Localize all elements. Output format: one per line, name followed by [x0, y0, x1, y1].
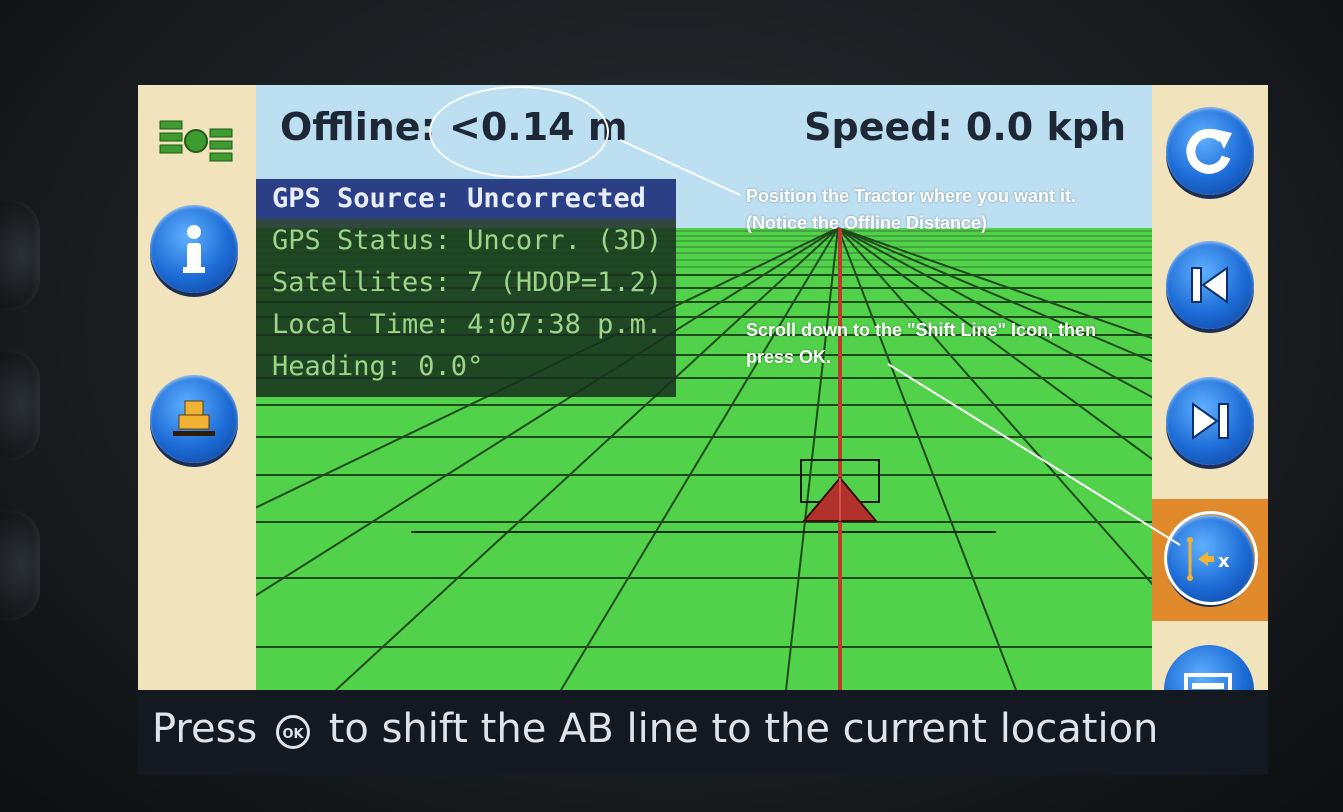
next-line-icon	[1192, 402, 1229, 440]
left-panel	[138, 85, 256, 690]
offline-highlight-ellipse	[429, 86, 609, 178]
guidance-view: Offline: <0.14 m Speed: 0.0 kph GPS Sour…	[256, 85, 1152, 690]
display-screen: Offline: <0.14 m Speed: 0.0 kph GPS Sour…	[138, 85, 1268, 775]
gps-status-panel: GPS Source: Uncorrected GPS Status: Unco…	[256, 179, 676, 397]
gps-source-row: GPS Source: Uncorrected	[256, 179, 676, 219]
info-button[interactable]	[150, 205, 238, 293]
info-icon	[183, 225, 205, 273]
heading-row: Heading: 0.0°	[272, 351, 484, 382]
implement-icon	[173, 400, 215, 436]
offline-label: Offline:	[280, 105, 436, 149]
speed-value: 0.0 kph	[965, 105, 1126, 149]
ok-button-icon: OK	[276, 715, 310, 749]
previous-line-button[interactable]	[1166, 241, 1254, 329]
local-time-row: Local Time: 4:07:38 p.m.	[272, 309, 663, 340]
shift-line-highlight-ring	[1164, 511, 1258, 605]
next-line-button[interactable]	[1166, 377, 1254, 465]
position-annotation: Position the Tractor where you want it. …	[746, 186, 1077, 233]
satellite-icon[interactable]	[156, 111, 236, 171]
bottom-message-bar: Press OK to shift the AB line to the cur…	[138, 690, 1268, 775]
speed-readout: Speed: 0.0 kph	[804, 105, 1126, 149]
hardware-button-3[interactable]	[0, 510, 40, 620]
hardware-button-1[interactable]	[0, 200, 40, 310]
hardware-button-2[interactable]	[0, 350, 40, 460]
reset-button[interactable]	[1166, 107, 1254, 195]
scroll-annotation: Scroll down to the "Shift Line" Icon, th…	[746, 320, 1097, 367]
previous-line-icon	[1191, 266, 1228, 304]
satellites-row: Satellites: 7 (HDOP=1.2)	[272, 267, 663, 298]
speed-label: Speed:	[804, 105, 953, 149]
instruction-suffix: to shift the AB line to the current loca…	[328, 706, 1159, 752]
implement-button[interactable]	[150, 375, 238, 463]
bottom-instruction: Press OK to shift the AB line to the cur…	[152, 706, 1158, 752]
right-panel: x	[1152, 85, 1268, 735]
reset-icon	[1186, 128, 1232, 174]
gps-status-row: GPS Status: Uncorr. (3D)	[272, 225, 663, 256]
instruction-prefix: Press	[152, 706, 258, 752]
